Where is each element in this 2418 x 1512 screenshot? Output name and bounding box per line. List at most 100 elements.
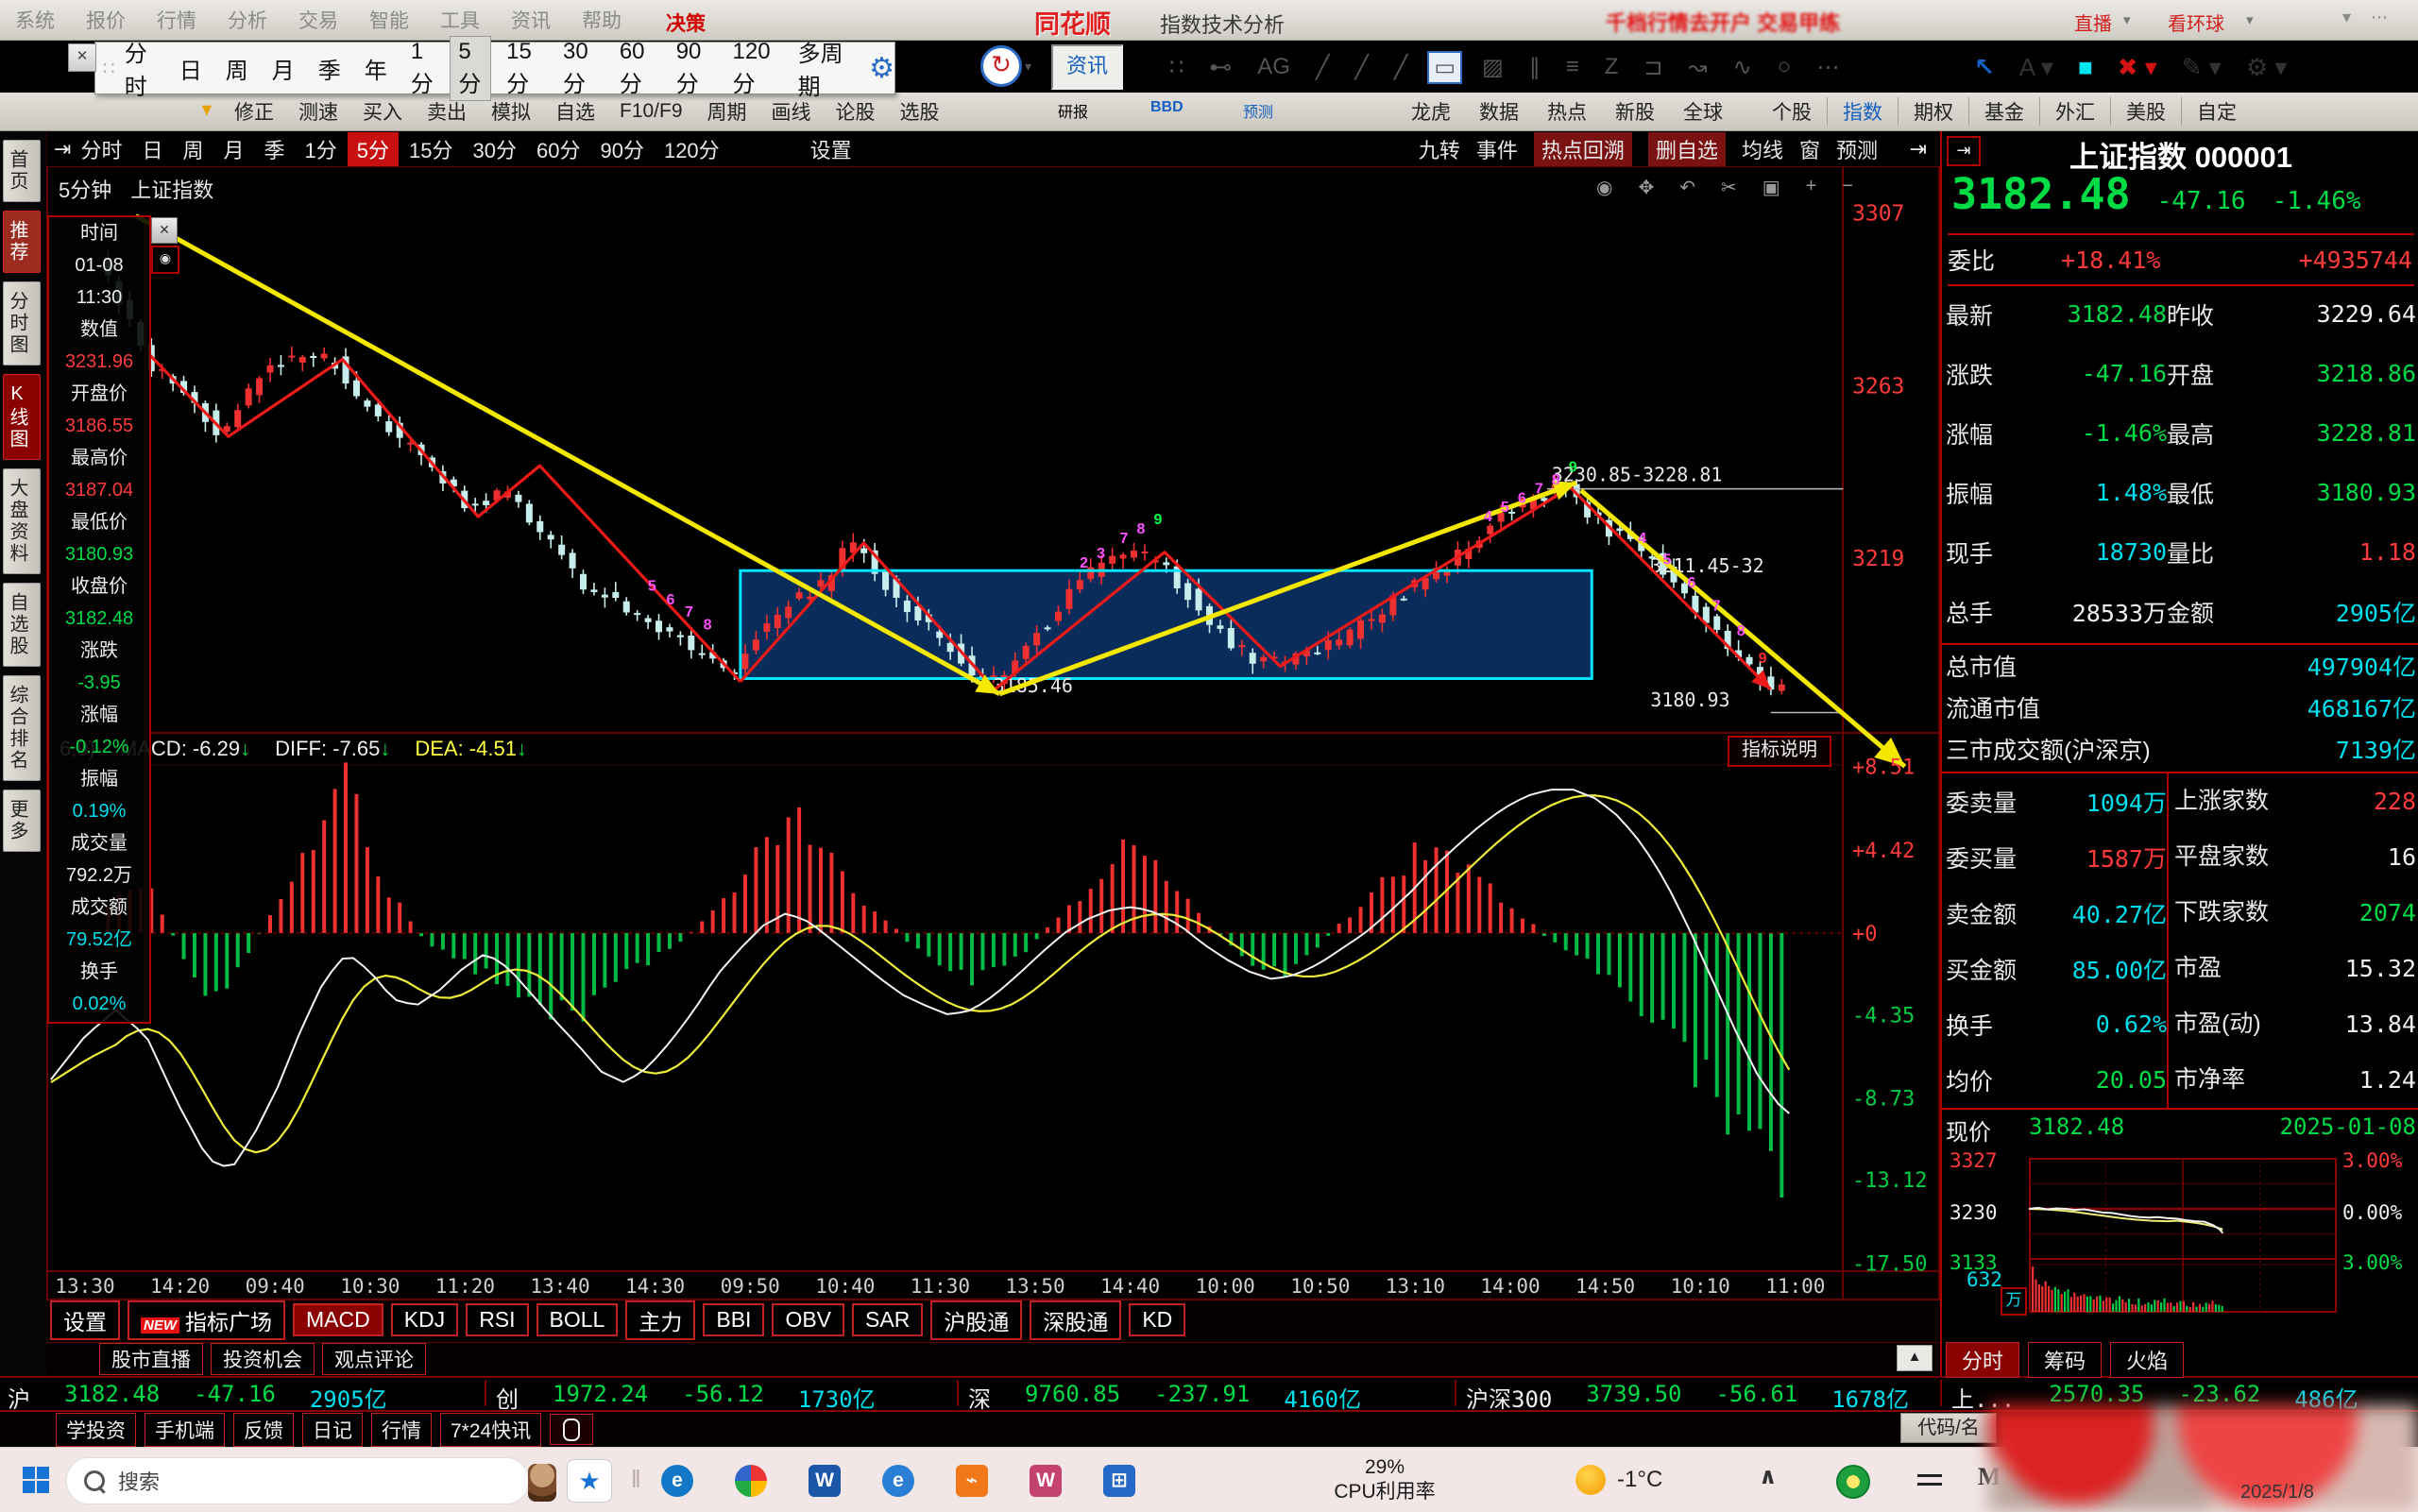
live-button[interactable]: 直播 xyxy=(2074,8,2112,36)
bottom-tab-7*24快讯[interactable]: 7*24快讯 xyxy=(440,1413,541,1447)
edge-icon[interactable]: e xyxy=(661,1465,693,1497)
star-widget-button[interactable]: ★ xyxy=(567,1459,612,1503)
temperature-label[interactable]: -1°C xyxy=(1617,1467,1662,1493)
ag-label-icon[interactable]: AG xyxy=(1257,54,1290,80)
wps-icon[interactable]: W xyxy=(1030,1465,1062,1497)
chart-feature-button-九转[interactable]: 九转 xyxy=(1419,134,1460,164)
pan-icon[interactable]: ✥ xyxy=(1638,176,1654,199)
undo-icon[interactable]: ↶ xyxy=(1679,176,1695,199)
bbd-button[interactable]: BBD xyxy=(1150,99,1183,116)
indicator-tab-SAR[interactable]: SAR xyxy=(852,1303,923,1336)
chart-period-tab-1分[interactable]: 1分 xyxy=(305,134,337,164)
sidebar-tab-分时图[interactable]: 分时图 xyxy=(3,281,41,365)
chart-feature-button-删自选[interactable]: 删自选 xyxy=(1648,132,1726,166)
period-item-月[interactable]: 月 xyxy=(272,52,295,85)
category-item-外汇[interactable]: 外汇 xyxy=(2039,97,2110,126)
bottom-tab-反馈[interactable]: 反馈 xyxy=(233,1413,294,1447)
chart-period-tab-周[interactable]: 周 xyxy=(182,134,203,164)
indicator-help-button[interactable]: 指标说明 xyxy=(1728,736,1831,767)
word-icon[interactable]: W xyxy=(809,1465,841,1497)
mini-tab-筹码[interactable]: 筹码 xyxy=(2028,1342,2102,1378)
collapse-up-button[interactable]: ▲ xyxy=(1897,1345,1933,1371)
vertical-lines-icon[interactable]: ∥ xyxy=(1529,54,1541,81)
arrow-down-icon[interactable]: ▼ xyxy=(198,100,215,120)
menu-item-系统[interactable]: 系统 xyxy=(15,6,55,34)
chevron-down-icon[interactable]: ▾ xyxy=(1025,59,1031,75)
toolbar-item-卖出[interactable]: 卖出 xyxy=(427,97,467,126)
indicator-tab-KDJ[interactable]: KDJ xyxy=(391,1303,458,1336)
bottom-tab-学投资[interactable]: 学投资 xyxy=(56,1413,136,1447)
chart-period-tab-90分[interactable]: 90分 xyxy=(600,134,643,164)
sidebar-tab-自选股[interactable]: 自选股 xyxy=(3,583,41,667)
gear-icon[interactable]: ⚙ xyxy=(869,52,894,85)
period-item-120分[interactable]: 120分 xyxy=(733,39,775,98)
category-item-美股[interactable]: 美股 xyxy=(2110,97,2181,126)
text-tool[interactable]: A ▾ xyxy=(2019,53,2053,82)
segment-icon[interactable]: ╱ xyxy=(1354,54,1368,81)
menu-item-报价[interactable]: 报价 xyxy=(86,6,126,34)
index-group-创[interactable]: 创1972.24-56.121730亿 xyxy=(496,1381,876,1414)
ray-icon[interactable]: ╱ xyxy=(1394,54,1407,81)
toolbar-item-模拟[interactable]: 模拟 xyxy=(491,97,531,126)
category-item-期权[interactable]: 期权 xyxy=(1898,97,1968,126)
indicator-tab-BOLL[interactable]: BOLL xyxy=(536,1303,619,1336)
menu-item-资讯[interactable]: 资讯 xyxy=(511,6,551,34)
cpu-usage[interactable]: 29% CPU利用率 xyxy=(1309,1455,1460,1504)
chart-period-tab-60分[interactable]: 60分 xyxy=(536,134,580,164)
bottom-tab-日记[interactable]: 日记 xyxy=(302,1413,363,1447)
chart-feature-button-热点回溯[interactable]: 热点回溯 xyxy=(1534,132,1632,166)
sidebar-tab-首页[interactable]: 首页 xyxy=(3,140,41,202)
start-button[interactable] xyxy=(23,1467,49,1493)
indicator-tab-设置[interactable]: 设置 xyxy=(50,1300,120,1340)
chart-period-tab-5分[interactable]: 5分 xyxy=(348,132,399,166)
rectangle-icon[interactable]: ▭ xyxy=(1427,51,1462,84)
menu-item-行情[interactable]: 行情 xyxy=(157,6,196,34)
tooltip-close-icon[interactable]: ✕ xyxy=(151,217,178,244)
chart-period-tab-15分[interactable]: 15分 xyxy=(409,134,452,164)
category-item-基金[interactable]: 基金 xyxy=(1968,97,2039,126)
sidebar-tab-综合排名[interactable]: 综合排名 xyxy=(3,675,41,781)
curve-icon[interactable]: ∿ xyxy=(1733,54,1752,81)
toolbar-item-周期[interactable]: 周期 xyxy=(707,97,747,126)
chart-settings-button[interactable]: 设置 xyxy=(810,134,852,164)
main-chart-svg[interactable]: 3230.85-3228.813211.45-323185.463180.935… xyxy=(46,166,1940,1300)
toolbar-item-自选[interactable]: 自选 xyxy=(555,97,595,126)
chrome-icon[interactable] xyxy=(735,1465,767,1497)
color-swatch[interactable]: ■ xyxy=(2078,53,2093,82)
period-item-日[interactable]: 日 xyxy=(179,52,202,85)
period-item-1分[interactable]: 1分 xyxy=(411,39,435,98)
toolbar-item-画线[interactable]: 画线 xyxy=(772,97,811,126)
bottom-tab-行情[interactable]: 行情 xyxy=(371,1413,432,1447)
measure-icon[interactable]: ⊷ xyxy=(1209,54,1232,81)
toolbar-item-选股[interactable]: 选股 xyxy=(900,97,940,126)
index-group-深[interactable]: 深9760.85-237.914160亿 xyxy=(968,1381,1361,1414)
menu-item-交易[interactable]: 交易 xyxy=(298,6,338,34)
promo-text[interactable]: 千档行情去开户 交易甲练 xyxy=(1606,7,1840,37)
chart-feature-button-事件[interactable]: 事件 xyxy=(1476,134,1518,164)
tray-expand-icon[interactable]: ∧ xyxy=(1759,1463,1778,1490)
toolbar-item-龙虎[interactable]: 龙虎 xyxy=(1411,97,1451,126)
period-item-年[interactable]: 年 xyxy=(365,52,387,85)
indicator-tab-深股通[interactable]: 深股通 xyxy=(1030,1300,1121,1340)
taskbar-date[interactable]: 2025/1/8 xyxy=(2240,1482,2314,1504)
indicator-tab-BBI[interactable]: BBI xyxy=(703,1303,764,1336)
period-item-15分[interactable]: 15分 xyxy=(506,39,539,98)
toolbar-item-新股[interactable]: 新股 xyxy=(1615,97,1655,126)
tooltip-pin-icon[interactable]: ◉ xyxy=(151,246,179,274)
zigzag-icon[interactable]: Z xyxy=(1605,54,1619,80)
period-item-60分[interactable]: 60分 xyxy=(620,39,653,98)
menu-item-帮助[interactable]: 帮助 xyxy=(582,6,622,34)
period-item-周[interactable]: 周 xyxy=(226,52,248,85)
zoom-in-icon[interactable]: + xyxy=(1806,176,1817,199)
toolbar-item-买入[interactable]: 买入 xyxy=(363,97,402,126)
indicator-tab-MACD[interactable]: MACD xyxy=(293,1303,383,1336)
chart-feature-button-均线[interactable]: 均线 xyxy=(1742,134,1783,164)
sidebar-tab-更多[interactable]: 更多 xyxy=(3,790,41,852)
indicator-tab-主力[interactable]: 主力 xyxy=(625,1300,695,1340)
sidebar-tab-K线图[interactable]: K线图 xyxy=(3,374,41,460)
drag-handle-icon[interactable]: ∷ xyxy=(103,57,115,80)
tray-settings-icon[interactable] xyxy=(1917,1469,1942,1491)
live-tab-投资机会[interactable]: 投资机会 xyxy=(211,1343,315,1375)
ie-icon[interactable]: e xyxy=(882,1465,914,1497)
close-icon[interactable]: ✕ xyxy=(68,43,96,72)
